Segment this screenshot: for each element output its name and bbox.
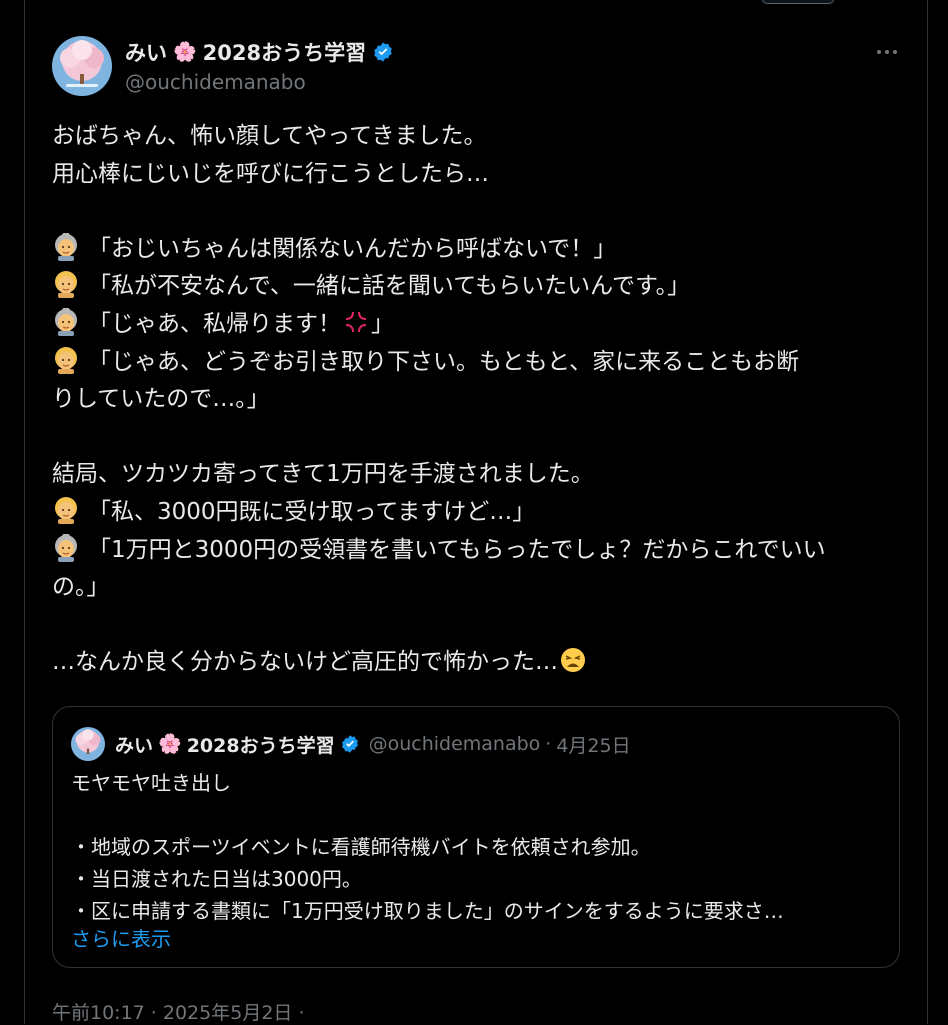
older-woman-emoji-icon bbox=[52, 532, 80, 562]
post-line: 結局、ツカツカ寄ってきて1万円を手渡されました。 bbox=[52, 456, 902, 494]
post-line: りしていたので…。」 bbox=[52, 381, 902, 419]
post-timestamp[interactable]: 午前10:17 · 2025年5月2日 · bbox=[52, 998, 304, 1025]
quote-separator: · bbox=[545, 733, 552, 755]
post-body: おばちゃん、怖い顔してやってきました。 用心棒にじいじを呼びに行こうとしたら… 「お… bbox=[52, 118, 902, 682]
more-options-button[interactable] bbox=[868, 38, 906, 66]
quote-line bbox=[71, 799, 886, 831]
post-line-text: …なんか良く分からないけど高圧的で怖かった… bbox=[52, 649, 558, 676]
quote-display-name-suffix: 2028おうち学習 bbox=[186, 734, 335, 757]
cherry-blossom-icon: 🌸 bbox=[173, 40, 197, 63]
more-dot-icon bbox=[893, 50, 897, 54]
older-woman-emoji-icon bbox=[52, 231, 80, 261]
quote-line: ・区に申請する書類に「1万円受け取りました」のサインをするように要求さ… bbox=[71, 899, 784, 923]
woman-emoji-icon bbox=[52, 270, 80, 299]
post-line-text: りしていたので…。」 bbox=[52, 386, 270, 413]
quote-line: モヤモヤ吐き出し bbox=[71, 771, 231, 795]
post-line: 「私が不安なんで、一緒に話を聞いてもらいたいんです。」 bbox=[52, 268, 902, 306]
post-line-text: 「私が不安なんで、一緒に話を聞いてもらいたいんです。」 bbox=[88, 273, 691, 300]
verified-badge-icon bbox=[341, 735, 358, 753]
author-display-name-suffix[interactable]: 2028おうち学習 bbox=[203, 37, 366, 67]
author-name-row[interactable]: みい 🌸 2028おうち学習 bbox=[125, 38, 394, 66]
woman-emoji-icon bbox=[52, 346, 80, 374]
post-line: 用心棒にじいじを呼びに行こうとしたら… bbox=[52, 156, 902, 194]
post-line-text: の。」 bbox=[52, 574, 110, 601]
post-line: 「じゃあ、どうぞお引き取り下さい。もともと、家に来ることもお断 bbox=[52, 344, 902, 382]
weary-face-icon bbox=[560, 647, 586, 673]
quote-line: ・地域のスポーツイベントに看護師待機バイトを依頼され参加。 bbox=[71, 835, 651, 859]
post-line: 「おじいちゃんは関係ないんだから呼ばないで！」 bbox=[52, 231, 902, 269]
more-dot-icon bbox=[885, 50, 889, 54]
post-line-text: 「じゃあ、私帰ります！ bbox=[88, 310, 341, 337]
quote-header: みい 🌸 2028おうち学習 @ouchidemanabo · 4月25日 bbox=[115, 729, 631, 759]
post-line bbox=[52, 193, 902, 231]
quote-date[interactable]: 4月25日 bbox=[556, 731, 630, 758]
post-line-text: 「じゃあ、どうぞお引き取り下さい。もともと、家に来ることもお断 bbox=[88, 348, 800, 375]
quote-display-name: みい bbox=[115, 734, 154, 757]
author-handle[interactable]: @ouchidemanabo bbox=[125, 70, 306, 94]
post-line: 「私、3000円既に受け取ってますけど…」 bbox=[52, 494, 902, 532]
post-line-text-tail: 」 bbox=[371, 310, 394, 337]
post-line: 「じゃあ、私帰ります！ 」 bbox=[52, 306, 902, 344]
post-line bbox=[52, 607, 902, 645]
anger-symbol-icon bbox=[343, 309, 369, 335]
post-line: の。」 bbox=[52, 569, 902, 607]
quote-line: ・当日渡された日当は3000円。 bbox=[71, 867, 362, 891]
post-line bbox=[52, 419, 902, 457]
column-border-right bbox=[927, 0, 928, 1024]
quoted-post-card[interactable]: みい 🌸 2028おうち学習 @ouchidemanabo · 4月25日 モヤモヤ… bbox=[52, 706, 900, 968]
post-line-text: 用心棒にじいじを呼びに行こうとしたら… bbox=[52, 160, 489, 187]
post-line-text: おばちゃん、怖い顔してやってきました。 bbox=[52, 123, 487, 149]
quote-body: モヤモヤ吐き出し・地域のスポーツイベントに看護師待機バイトを依頼され参加。 ・当日… bbox=[71, 767, 886, 927]
older-woman-emoji-icon bbox=[52, 306, 80, 336]
top-button-fragment[interactable] bbox=[762, 0, 834, 4]
post-line-text: 「おじいちゃんは関係ないんだから呼ばないで！」 bbox=[88, 235, 617, 262]
post-line-text: 結局、ツカツカ寄ってきて1万円を手渡されました。 bbox=[52, 461, 594, 488]
post-line: おばちゃん、怖い顔してやってきました。 bbox=[52, 118, 902, 156]
top-edge bbox=[0, 0, 948, 4]
quote-handle: @ouchidemanabo bbox=[368, 733, 541, 755]
author-display-name[interactable]: みい bbox=[125, 37, 167, 67]
post-line: 「1万円と3000円の受領書を書いてもらったでしょ？だからこれでいい bbox=[52, 532, 902, 570]
cherry-blossom-icon: 🌸 bbox=[158, 732, 182, 755]
avatar[interactable] bbox=[52, 36, 112, 96]
quote-avatar[interactable] bbox=[71, 727, 105, 761]
verified-badge-icon bbox=[374, 42, 392, 62]
post-line-text: 「1万円と3000円の受領書を書いてもらったでしょ？だからこれでいい bbox=[88, 536, 826, 563]
post-line: …なんか良く分からないけど高圧的で怖かった… bbox=[52, 644, 902, 682]
woman-emoji-icon bbox=[52, 496, 80, 524]
post-line-text: 「私、3000円既に受け取ってますけど…」 bbox=[88, 498, 536, 525]
show-more-link[interactable]: さらに表示 bbox=[71, 923, 171, 952]
column-border-left bbox=[24, 0, 25, 1024]
more-dot-icon bbox=[877, 50, 881, 54]
